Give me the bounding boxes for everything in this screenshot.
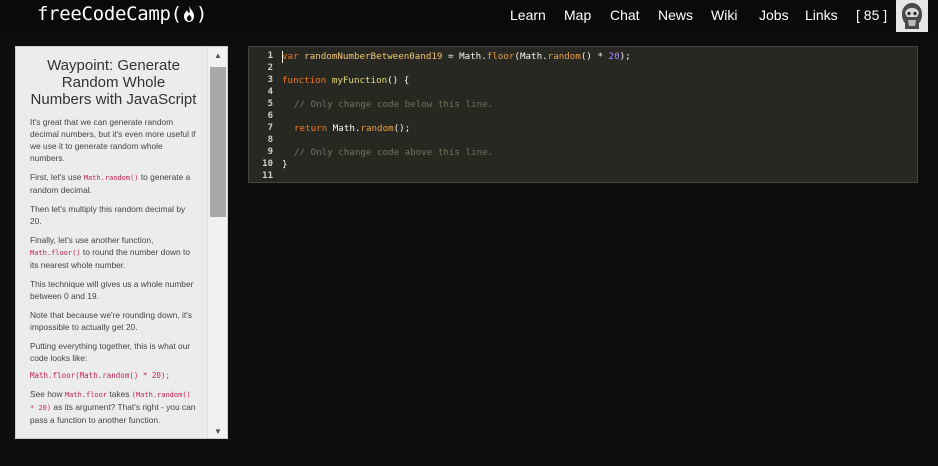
line-number: 10	[262, 159, 273, 169]
instruction-paragraph: Finally, let's use another function, Mat…	[30, 235, 190, 270]
code-example: Math.floor(Math.random() * 20);	[30, 371, 170, 380]
nav-link-map[interactable]: Map	[564, 7, 591, 23]
instruction-paragraph: Then let's multiply this random decimal …	[30, 204, 186, 226]
line-number: 4	[267, 87, 273, 97]
avatar-image	[896, 0, 928, 32]
line-number: 5	[267, 99, 273, 109]
nav-link-jobs[interactable]: Jobs	[759, 7, 789, 23]
instruction-paragraph: Note that because we're rounding down, i…	[30, 310, 192, 332]
instructions-scrollbar[interactable]: ▲ ▼	[207, 47, 227, 438]
code-editor[interactable]: 1 2 3 4 5 6 7 8 9 10 11 var randomNumber…	[248, 46, 918, 183]
inline-code: Math.random()	[83, 174, 139, 182]
line-number: 6	[267, 111, 273, 121]
code-area[interactable]: var randomNumberBetween0and19 = Math.flo…	[282, 47, 912, 182]
scroll-up-arrow-icon[interactable]: ▲	[208, 47, 227, 64]
nav-link-chat[interactable]: Chat	[610, 7, 640, 23]
instruction-paragraph: This technique will gives us a whole num…	[30, 279, 194, 301]
inline-code: Math.floor()	[30, 249, 81, 257]
code-line-7: return Math.random();	[294, 123, 411, 134]
line-number: 1	[267, 51, 273, 61]
scroll-down-arrow-icon[interactable]: ▼	[208, 423, 227, 438]
code-line-3: function myFunction() {	[282, 75, 410, 86]
nav-link-wiki[interactable]: Wiki	[711, 7, 737, 23]
nav-link-news[interactable]: News	[658, 7, 693, 23]
points-counter[interactable]: [ 85 ]	[856, 7, 887, 23]
navbar: freeCodeCamp() Learn Map Chat News Wiki …	[0, 0, 938, 32]
instruction-paragraph: Putting everything together, this is wha…	[30, 341, 191, 363]
inline-code: Math.floor	[64, 391, 108, 399]
instruction-paragraph: It's great that we can generate random d…	[30, 117, 196, 163]
line-number-gutter: 1 2 3 4 5 6 7 8 9 10 11	[249, 47, 277, 182]
nav-link-links[interactable]: Links	[805, 7, 838, 23]
line-number: 9	[267, 147, 273, 157]
instructions-panel: Waypoint: Generate Random Whole Numbers …	[15, 46, 228, 439]
code-line-1: var randomNumberBetween0and19 = Math.flo…	[282, 51, 631, 62]
line-number: 7	[267, 123, 273, 133]
instruction-paragraph: See how Math.floor takes (Math.random() …	[30, 389, 196, 425]
scrollbar-thumb[interactable]	[210, 67, 226, 217]
line-number: 11	[262, 171, 273, 181]
line-number: 2	[267, 63, 273, 73]
instructions-content[interactable]: Waypoint: Generate Random Whole Numbers …	[16, 47, 207, 438]
instruction-paragraph: First, let's use Math.random() to genera…	[30, 172, 191, 195]
challenge-title: Waypoint: Generate Random Whole Numbers …	[30, 57, 197, 108]
code-line-9: // Only change code above this line.	[294, 147, 494, 158]
code-line-10: }	[282, 159, 288, 170]
user-avatar[interactable]	[896, 0, 928, 32]
code-line-5: // Only change code below this line.	[294, 99, 494, 110]
line-number: 8	[267, 135, 273, 145]
line-number: 3	[267, 75, 273, 85]
nav-link-learn[interactable]: Learn	[510, 7, 546, 23]
